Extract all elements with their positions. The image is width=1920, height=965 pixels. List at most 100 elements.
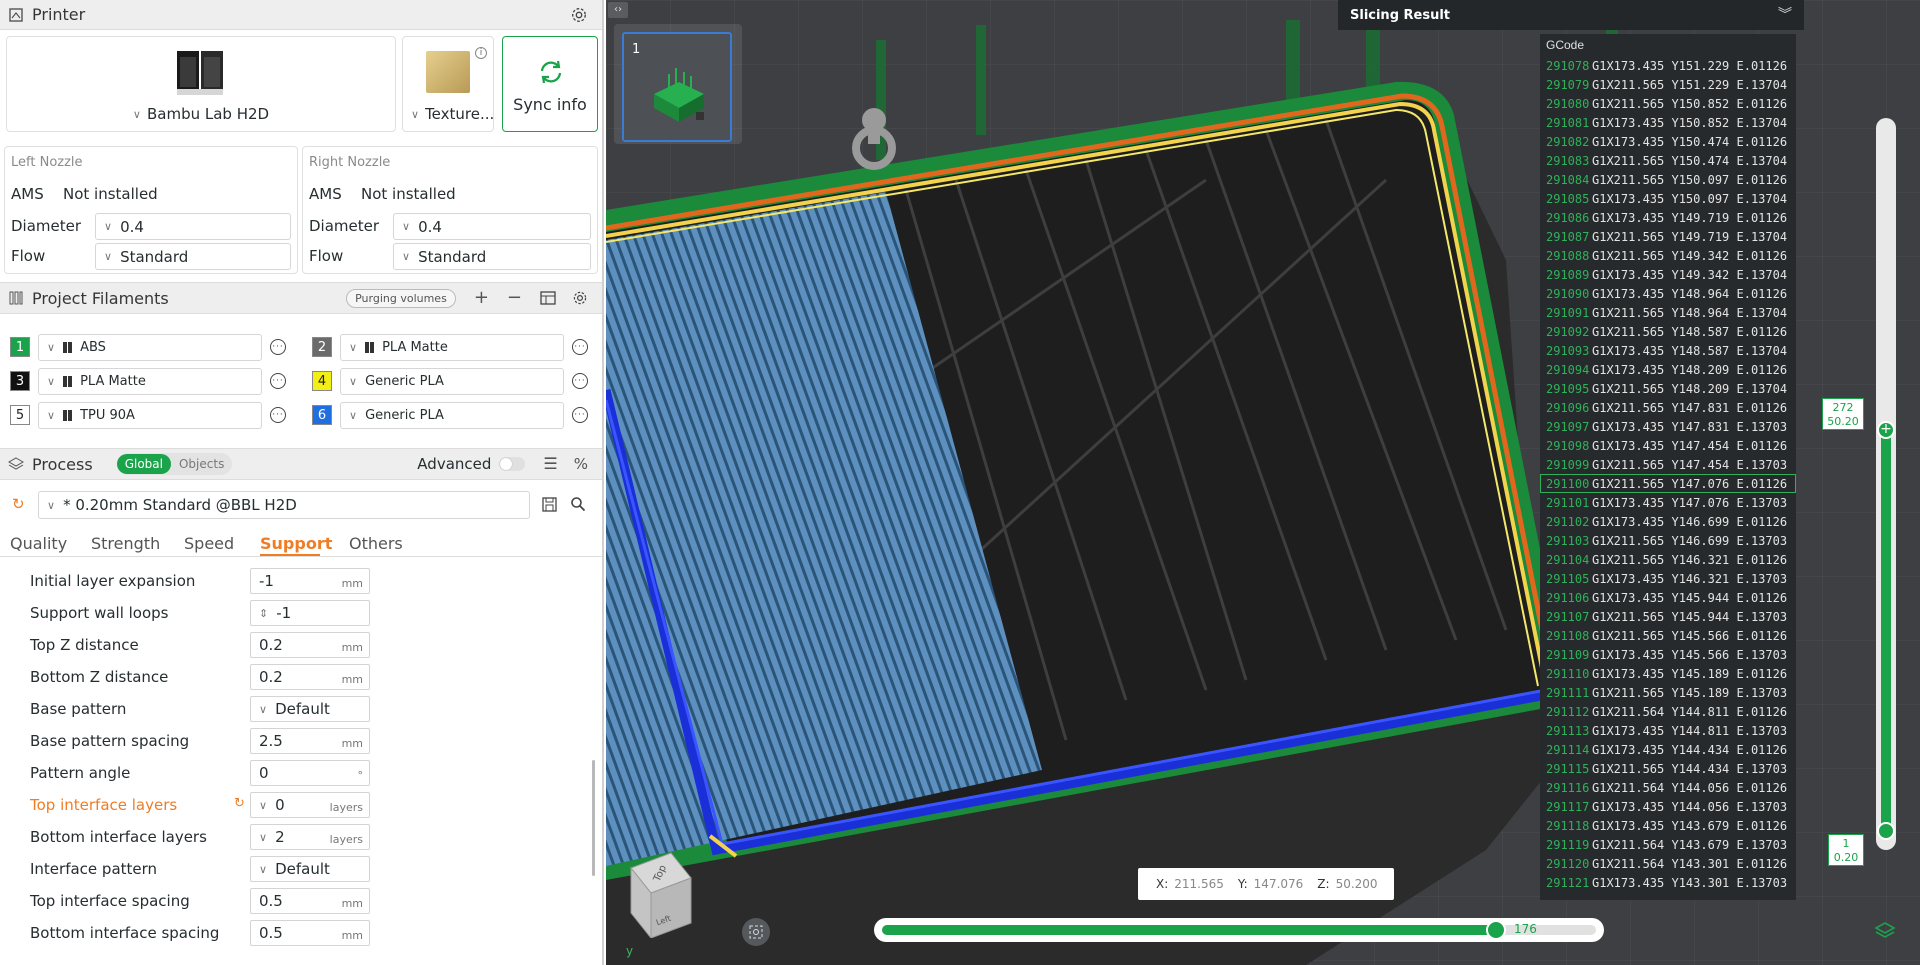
sync-info-button[interactable]: Sync info xyxy=(502,36,598,132)
filament-select[interactable]: ∨ ABS xyxy=(38,334,262,361)
setting-input[interactable]: 2.5 mm xyxy=(250,728,370,754)
filament-color-badge[interactable]: 3 xyxy=(10,371,30,391)
gcode-line[interactable]: 291085 G1X173.435 Y150.097 E.13704 xyxy=(1540,189,1796,208)
save-preset-icon[interactable] xyxy=(542,497,557,512)
process-preset-select[interactable]: ∨ * 0.20mm Standard @BBL H2D xyxy=(38,491,530,519)
filament-color-badge[interactable]: 6 xyxy=(312,405,332,425)
info-icon[interactable]: i xyxy=(475,47,487,59)
setting-input[interactable]: 0.5 mm xyxy=(250,920,370,946)
filament-color-badge[interactable]: 4 xyxy=(312,371,332,391)
gcode-line[interactable]: 291089 G1X173.435 Y149.342 E.13704 xyxy=(1540,265,1796,284)
setting-input[interactable]: ⇕ -1 xyxy=(250,600,370,626)
gcode-viewer[interactable]: GCode 291078 G1X173.435 Y151.229 E.01126 2… xyxy=(1540,34,1796,900)
filament-select[interactable]: ∨ TPU 90A xyxy=(38,402,262,429)
setting-input[interactable]: ∨ 2 layers xyxy=(250,824,370,850)
gcode-line[interactable]: 291121 G1X173.435 Y143.301 E.13703 xyxy=(1540,873,1796,892)
gcode-line[interactable]: 291110 G1X173.435 Y145.189 E.01126 xyxy=(1540,664,1796,683)
gcode-line[interactable]: 291105 G1X173.435 Y146.321 E.13703 xyxy=(1540,569,1796,588)
left-flow-select[interactable]: ∨ Standard xyxy=(95,243,291,270)
setting-select[interactable]: ∨ Default xyxy=(250,696,370,722)
move-slider-thumb[interactable] xyxy=(1486,920,1506,940)
move-slider[interactable]: 176 xyxy=(874,918,1604,942)
filament-color-badge[interactable]: 1 xyxy=(10,337,30,357)
reset-value-icon[interactable]: ↻ xyxy=(234,797,245,810)
gcode-line[interactable]: 291087 G1X211.565 Y149.719 E.13704 xyxy=(1540,227,1796,246)
tab-quality[interactable]: Quality xyxy=(10,534,67,553)
global-objects-toggle[interactable]: Global Objects xyxy=(116,453,233,475)
gcode-line[interactable]: 291117 G1X173.435 Y144.056 E.13703 xyxy=(1540,797,1796,816)
gcode-line[interactable]: 291092 G1X211.565 Y148.587 E.01126 xyxy=(1540,322,1796,341)
gcode-line[interactable]: 291091 G1X211.565 Y148.964 E.13704 xyxy=(1540,303,1796,322)
gcode-line[interactable]: 291113 G1X173.435 Y144.811 E.13703 xyxy=(1540,721,1796,740)
collapse-sidebar-icon[interactable]: ‹› xyxy=(608,2,628,18)
layer-slider[interactable]: + xyxy=(1876,118,1896,850)
gcode-line[interactable]: 291102 G1X173.435 Y146.699 E.01126 xyxy=(1540,512,1796,531)
filament-more-icon[interactable]: ··· xyxy=(270,407,286,423)
gcode-line[interactable]: 291082 G1X173.435 Y150.474 E.01126 xyxy=(1540,132,1796,151)
gcode-line[interactable]: 291114 G1X173.435 Y144.434 E.01126 xyxy=(1540,740,1796,759)
gcode-line[interactable]: 291106 G1X173.435 Y145.944 E.01126 xyxy=(1540,588,1796,607)
gcode-line[interactable]: 291088 G1X211.565 Y149.342 E.01126 xyxy=(1540,246,1796,265)
gcode-line[interactable]: 291116 G1X211.564 Y144.056 E.01126 xyxy=(1540,778,1796,797)
filament-more-icon[interactable]: ··· xyxy=(572,373,588,389)
gcode-line[interactable]: 291103 G1X211.565 Y146.699 E.13703 xyxy=(1540,531,1796,550)
filament-color-badge[interactable]: 2 xyxy=(312,337,332,357)
gcode-line[interactable]: 291094 G1X173.435 Y148.209 E.01126 xyxy=(1540,360,1796,379)
filament-more-icon[interactable]: ··· xyxy=(572,339,588,355)
setting-input[interactable]: 0.2 mm xyxy=(250,664,370,690)
purging-volumes-button[interactable]: Purging volumes xyxy=(346,288,456,308)
objects-toggle-option[interactable]: Objects xyxy=(171,454,232,474)
right-flow-select[interactable]: ∨ Standard xyxy=(393,243,591,270)
tab-support[interactable]: Support xyxy=(260,534,332,553)
filament-select[interactable]: ∨ PLA Matte xyxy=(38,368,262,395)
gcode-line[interactable]: 291115 G1X211.565 Y144.434 E.13703 xyxy=(1540,759,1796,778)
setting-select[interactable]: ∨ Default xyxy=(250,856,370,882)
gcode-line[interactable]: 291099 G1X211.565 Y147.454 E.13703 xyxy=(1540,455,1796,474)
search-icon[interactable] xyxy=(570,496,586,512)
gcode-line[interactable]: 291111 G1X211.565 Y145.189 E.13703 xyxy=(1540,683,1796,702)
gcode-line[interactable]: 291120 G1X211.564 Y143.301 E.01126 xyxy=(1540,854,1796,873)
left-diameter-select[interactable]: ∨ 0.4 xyxy=(95,213,291,240)
filament-select[interactable]: ∨ PLA Matte xyxy=(340,334,564,361)
remove-filament-icon[interactable]: − xyxy=(507,289,522,307)
chevron-down-icon[interactable]: ∨ xyxy=(259,831,267,844)
gcode-line[interactable]: 291093 G1X173.435 Y148.587 E.13704 xyxy=(1540,341,1796,360)
tab-others[interactable]: Others xyxy=(349,534,403,553)
setting-input[interactable]: -1 mm xyxy=(250,568,370,594)
gcode-line[interactable]: 291095 G1X211.565 Y148.209 E.13704 xyxy=(1540,379,1796,398)
gcode-line[interactable]: 291083 G1X211.565 Y150.474 E.13704 xyxy=(1540,151,1796,170)
plate-type-card[interactable]: i ∨ Texture... xyxy=(402,36,494,132)
stepper-icon[interactable]: ⇕ xyxy=(259,607,268,620)
gcode-line[interactable]: 291097 G1X173.435 Y147.831 E.13703 xyxy=(1540,417,1796,436)
gcode-line[interactable]: 291109 G1X173.435 Y145.566 E.13703 xyxy=(1540,645,1796,664)
layers-icon[interactable] xyxy=(1874,920,1896,942)
list-view-icon[interactable]: ☰ xyxy=(543,456,557,472)
layer-slider-top-thumb[interactable]: + xyxy=(1877,421,1895,439)
gcode-line[interactable]: 291086 G1X173.435 Y149.719 E.01126 xyxy=(1540,208,1796,227)
filament-settings-gear-icon[interactable] xyxy=(572,290,588,306)
plate-thumbnail-card[interactable]: 1 xyxy=(622,32,732,142)
plate-selector[interactable]: 1 xyxy=(614,24,742,144)
filament-color-badge[interactable]: 5 xyxy=(10,405,30,425)
gcode-line[interactable]: 291080 G1X211.565 Y150.852 E.01126 xyxy=(1540,94,1796,113)
gcode-line[interactable]: 291118 G1X173.435 Y143.679 E.01126 xyxy=(1540,816,1796,835)
printer-model-card[interactable]: ∨ Bambu Lab H2D xyxy=(6,36,396,132)
gcode-line[interactable]: 291119 G1X211.564 Y143.679 E.13703 xyxy=(1540,835,1796,854)
layer-slider-bottom-thumb[interactable] xyxy=(1877,822,1895,840)
collapse-chevron-icon[interactable]: ︾ xyxy=(1778,8,1792,22)
gcode-line[interactable]: 291098 G1X173.435 Y147.454 E.01126 xyxy=(1540,436,1796,455)
gcode-line[interactable]: 291101 G1X173.435 Y147.076 E.13703 xyxy=(1540,493,1796,512)
setting-input[interactable]: 0 ° xyxy=(250,760,370,786)
settings-scrollbar[interactable] xyxy=(592,760,595,876)
gcode-line[interactable]: 291081 G1X173.435 Y150.852 E.13704 xyxy=(1540,113,1796,132)
setting-input[interactable]: 0.5 mm xyxy=(250,888,370,914)
filament-more-icon[interactable]: ··· xyxy=(270,373,286,389)
gcode-line[interactable]: 291084 G1X211.565 Y150.097 E.01126 xyxy=(1540,170,1796,189)
gcode-line[interactable]: 291090 G1X173.435 Y148.964 E.01126 xyxy=(1540,284,1796,303)
advanced-switch[interactable] xyxy=(499,457,526,471)
filament-grid-icon[interactable] xyxy=(540,291,556,305)
right-diameter-select[interactable]: ∨ 0.4 xyxy=(393,213,591,240)
filament-select[interactable]: ∨ Generic PLA xyxy=(340,368,564,395)
gcode-line[interactable]: 291078 G1X173.435 Y151.229 E.01126 xyxy=(1540,56,1796,75)
chevron-down-icon[interactable]: ∨ xyxy=(259,799,267,812)
